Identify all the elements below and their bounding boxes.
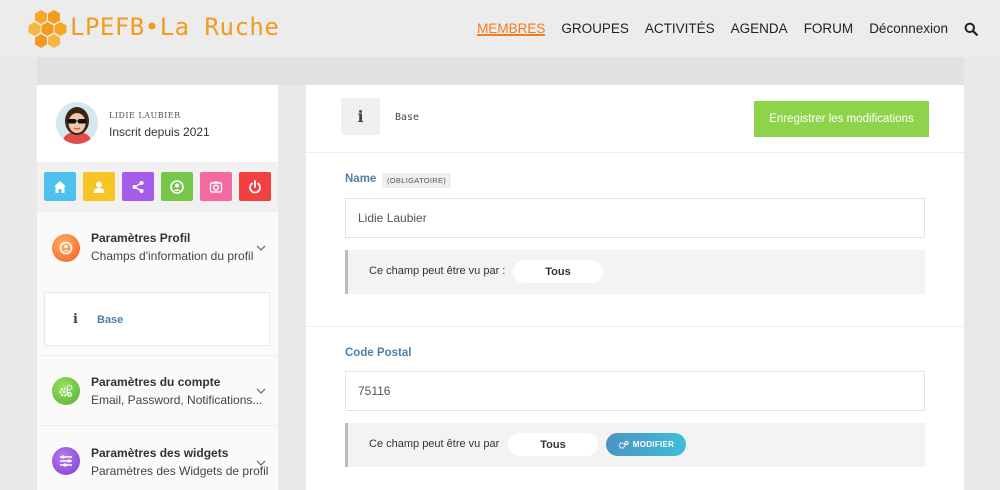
account-settings-icon <box>52 377 80 405</box>
avatar[interactable] <box>56 102 98 144</box>
postal-code-field-label: Code Postal <box>345 347 412 359</box>
home-button[interactable] <box>44 172 76 201</box>
menu-profile-settings-title: Paramètres Profil <box>91 231 191 245</box>
account-button[interactable] <box>161 172 193 201</box>
menu-account-settings-subtitle: Email, Password, Notifications... <box>91 393 263 407</box>
visibility-text: Ce champ peut être vu par : <box>369 265 506 277</box>
info-icon: i <box>357 107 364 126</box>
info-icon: i <box>73 312 78 327</box>
section-icon-box: i <box>341 98 380 135</box>
nav-deconnexion[interactable]: Déconnexion <box>869 0 948 57</box>
cogs-icon <box>618 440 629 449</box>
chevron-down-icon <box>256 460 266 466</box>
menu-account-settings-title: Paramètres du compte <box>91 375 221 389</box>
profile-since: Inscrit depuis 2021 <box>109 125 210 139</box>
profile-name[interactable]: Lidie Laubier <box>109 111 181 120</box>
modify-label: MODIFIER <box>632 440 675 449</box>
profile-card: Lidie Laubier Inscrit depuis 2021 <box>37 85 278 162</box>
photo-button[interactable] <box>200 172 232 201</box>
postal-code-visibility-bar: Ce champ peut être vu par Tous MODIFIER <box>345 423 925 467</box>
home-icon <box>54 180 66 193</box>
power-icon <box>249 179 261 193</box>
postal-code-input[interactable] <box>345 371 925 411</box>
profile-settings-icon <box>52 234 80 262</box>
nav-agenda[interactable]: AGENDA <box>731 0 788 57</box>
cover-band <box>37 57 964 85</box>
sidebar-item-base-label: Base <box>97 314 124 326</box>
menu-widget-settings-subtitle: Paramètres des Widgets de profil <box>91 464 269 478</box>
search-icon[interactable] <box>964 22 978 36</box>
modify-visibility-button[interactable]: MODIFIER <box>606 433 686 456</box>
account-circle-icon <box>170 179 184 194</box>
menu-account-settings[interactable]: Paramètres du compte Email, Password, No… <box>37 355 278 425</box>
camera-icon <box>209 181 223 193</box>
menu-widget-settings[interactable]: Paramètres des widgets Paramètres des Wi… <box>37 425 278 490</box>
visibility-text: Ce champ peut être vu par <box>369 438 500 450</box>
quick-actions <box>37 162 278 211</box>
chevron-down-icon <box>256 245 266 251</box>
visibility-value: Tous <box>508 433 598 456</box>
name-input[interactable] <box>345 198 925 238</box>
profile-edit-panel: i Base Enregistrer les modifications Nam… <box>306 85 964 490</box>
save-button[interactable]: Enregistrer les modifications <box>754 101 929 137</box>
chevron-down-icon <box>256 388 266 394</box>
visibility-selector[interactable]: Tous <box>513 260 603 283</box>
name-field-label: Name <box>345 173 377 185</box>
site-header: LPEFB•La Ruche MEMBRES GROUPES ACTIVITÉS… <box>0 0 1000 57</box>
profile-sidebar: Lidie Laubier Inscrit depuis 2021 Paramè… <box>37 85 278 490</box>
share-icon <box>132 180 144 193</box>
nav-activites[interactable]: ACTIVITÉS <box>645 0 715 57</box>
main-nav: MEMBRES GROUPES ACTIVITÉS AGENDA FORUM D… <box>461 0 978 57</box>
panel-header: i Base Enregistrer les modifications <box>306 85 964 153</box>
share-button[interactable] <box>122 172 154 201</box>
name-visibility-bar: Ce champ peut être vu par : Tous <box>345 250 925 294</box>
section-title: Base <box>395 112 420 123</box>
honeycomb-logo-icon[interactable] <box>27 8 67 48</box>
nav-forum[interactable]: FORUM <box>804 0 854 57</box>
required-badge: (OBLIGATOIRE) <box>382 173 452 188</box>
site-logo-text[interactable]: LPEFB•La Ruche <box>70 13 279 41</box>
menu-profile-settings[interactable]: Paramètres Profil Champs d'information d… <box>37 211 278 281</box>
user-icon <box>93 181 105 193</box>
widget-settings-icon <box>52 447 80 475</box>
sidebar-item-base[interactable]: i Base <box>44 292 270 346</box>
section-divider <box>306 326 964 327</box>
logout-button[interactable] <box>239 172 271 201</box>
profile-button[interactable] <box>83 172 115 201</box>
menu-widget-settings-title: Paramètres des widgets <box>91 446 229 460</box>
menu-profile-settings-subtitle: Champs d'information du profil <box>91 249 254 263</box>
nav-membres[interactable]: MEMBRES <box>477 0 546 57</box>
nav-groupes[interactable]: GROUPES <box>561 0 629 57</box>
